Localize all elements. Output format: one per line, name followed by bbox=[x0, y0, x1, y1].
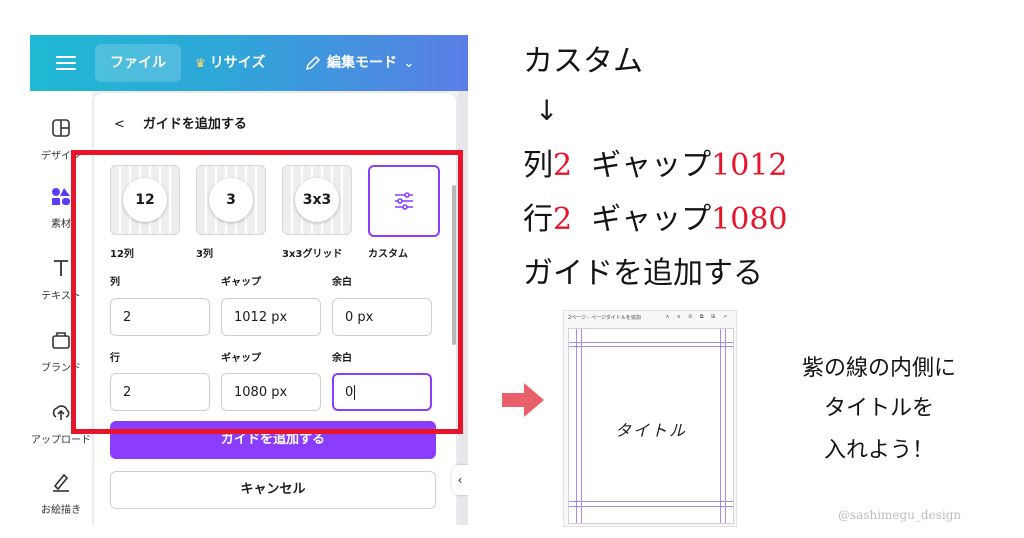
edit-mode-label: 編集モード bbox=[327, 55, 397, 71]
guide-line bbox=[569, 506, 733, 507]
step-rows: 行2 ギャップ1080 bbox=[523, 194, 788, 238]
menu-icon[interactable] bbox=[56, 52, 76, 72]
step-text: ギャップ bbox=[591, 202, 712, 237]
thumbnail-title: タイトル bbox=[614, 421, 687, 440]
file-menu-button[interactable]: ファイル bbox=[95, 44, 181, 82]
step-number: 2 bbox=[553, 202, 573, 237]
guide-line bbox=[569, 501, 733, 502]
nav-label: お絵描き bbox=[41, 505, 81, 516]
thumbnail-toolbar: 2ページ - ページタイトルを追加 ∧ ∨ ⊙ ⧉ ⊞ ↗ bbox=[568, 314, 732, 326]
resize-label: リサイズ bbox=[209, 55, 266, 71]
cancel-button[interactable]: キャンセル bbox=[110, 471, 436, 509]
step-number: 1012 bbox=[711, 148, 788, 183]
arrow-down-icon: ↓ bbox=[535, 94, 559, 127]
brand-icon bbox=[52, 332, 70, 349]
chevron-left-icon[interactable]: < bbox=[114, 117, 125, 132]
note-line: 入れよう！ bbox=[823, 438, 934, 463]
draw-icon bbox=[53, 473, 69, 492]
arrow-right-icon bbox=[502, 383, 544, 417]
step-number: 2 bbox=[553, 148, 573, 183]
resize-button[interactable]: ♛ リサイズ bbox=[195, 44, 265, 82]
thumbnail-toolbar-icons: ∧ ∨ ⊙ ⧉ ⊞ ↗ bbox=[665, 314, 730, 320]
elements-icon bbox=[52, 188, 70, 205]
text-icon bbox=[54, 260, 68, 276]
thumbnail-page-title: 2ページ - ページタイトルを追加 bbox=[568, 315, 641, 321]
page-thumbnail: 2ページ - ページタイトルを追加 ∧ ∨ ⊙ ⧉ ⊞ ↗ タイトル bbox=[563, 310, 737, 527]
top-toolbar: ファイル ♛ リサイズ 編集モード ⌄ bbox=[30, 35, 468, 91]
chevron-down-icon: ⌄ bbox=[403, 55, 415, 71]
thumbnail-page: タイトル bbox=[568, 328, 734, 524]
highlight-frame bbox=[71, 150, 463, 434]
pencil-icon bbox=[305, 55, 321, 71]
upload-icon bbox=[52, 405, 70, 420]
step-text: ギャップ bbox=[591, 148, 712, 183]
guide-line bbox=[569, 346, 733, 347]
step-add-guide: ガイドを追加する bbox=[523, 256, 763, 291]
crown-icon: ♛ bbox=[195, 56, 206, 70]
note-line: 紫の線の内側に bbox=[801, 356, 956, 381]
edit-mode-button[interactable]: 編集モード ⌄ bbox=[305, 44, 415, 82]
note-line: タイトルを bbox=[823, 396, 934, 421]
step-number: 1080 bbox=[711, 202, 788, 237]
step-text: 列 bbox=[523, 148, 553, 183]
panel-title: ガイドを追加する bbox=[142, 117, 247, 132]
step-text: 行 bbox=[523, 202, 553, 237]
panel-header: < ガイドを追加する bbox=[114, 113, 247, 132]
credit-text: @sashimegu_design bbox=[838, 508, 962, 522]
step-columns: 列2 ギャップ1012 bbox=[523, 140, 788, 184]
step-custom: カスタム bbox=[523, 44, 643, 79]
chevron-left-icon[interactable]: ‹ bbox=[452, 465, 468, 495]
layout-icon bbox=[52, 119, 70, 137]
guide-line bbox=[569, 342, 733, 343]
nav-item-draw[interactable]: お絵描き bbox=[30, 471, 92, 516]
